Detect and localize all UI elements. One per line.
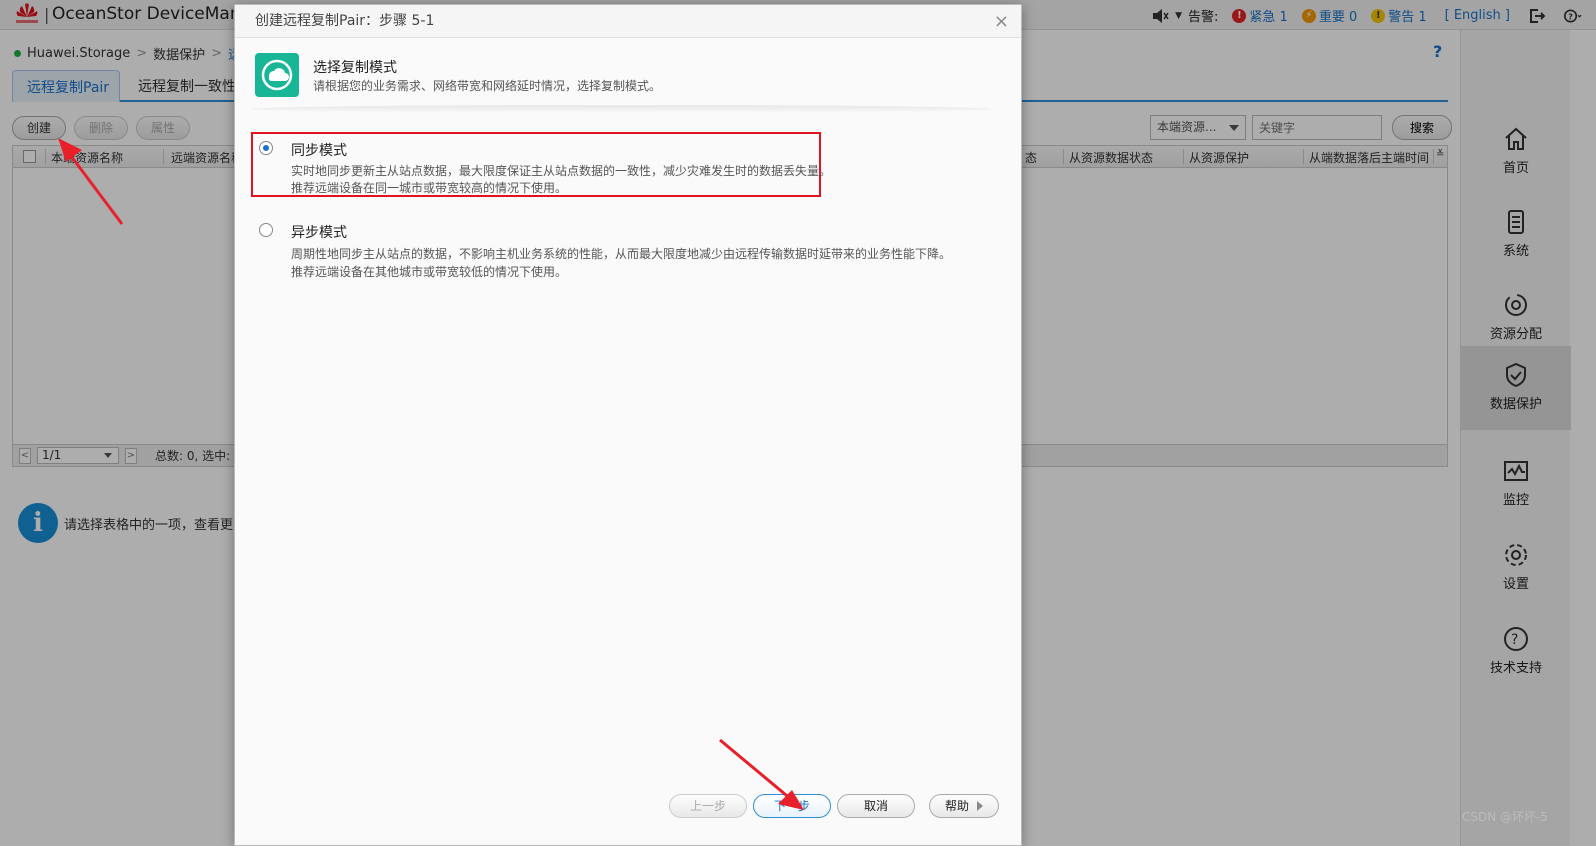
sync-mode-radio[interactable]: [259, 141, 273, 155]
help-button-label: 帮助: [944, 799, 969, 813]
header-divider: [251, 105, 991, 113]
option-recommendation: 推荐远端设备在其他城市或带宽较低的情况下使用。: [291, 265, 568, 279]
triangle-right-icon: [977, 801, 983, 811]
cancel-button[interactable]: 取消: [837, 794, 915, 818]
help-button[interactable]: 帮助: [929, 794, 999, 818]
dialog-title: 创建远程复制Pair：步骤 5-1: [255, 13, 435, 29]
dialog-footer: 上一步 下一步 取消 帮助: [669, 794, 999, 818]
sync-mode-option[interactable]: 同步模式 实时地同步更新主从站点数据，最大限度保证主从站点数据的一致性，减少灾难…: [251, 132, 831, 197]
replication-mode-icon: [255, 53, 299, 97]
option-description: 实时地同步更新主从站点数据，最大限度保证主从站点数据的一致性，减少灾难发生时的数…: [291, 164, 832, 178]
prev-step-button[interactable]: 上一步: [669, 794, 747, 818]
option-description: 周期性地同步主从站点的数据，不影响主机业务系统的性能，从而最大限度地减少由远程传…: [291, 247, 952, 261]
create-pair-dialog: 创建远程复制Pair：步骤 5-1 × 选择复制模式 请根据您的业务需求、网络带…: [234, 4, 1022, 846]
option-recommendation: 推荐远端设备在同一城市或带宽较高的情况下使用。: [291, 181, 568, 195]
option-title: 同步模式: [291, 143, 347, 159]
close-icon[interactable]: ×: [994, 5, 1009, 38]
next-step-button[interactable]: 下一步: [753, 794, 831, 818]
watermark-text: CSDN @坏坏-5: [1462, 810, 1548, 824]
async-mode-radio[interactable]: [259, 223, 273, 237]
option-title: 异步模式: [291, 225, 347, 241]
dialog-titlebar: 创建远程复制Pair：步骤 5-1 ×: [235, 5, 1021, 38]
step-description: 请根据您的业务需求、网络带宽和网络延时情况，选择复制模式。: [313, 79, 662, 93]
step-title: 选择复制模式: [313, 60, 397, 76]
